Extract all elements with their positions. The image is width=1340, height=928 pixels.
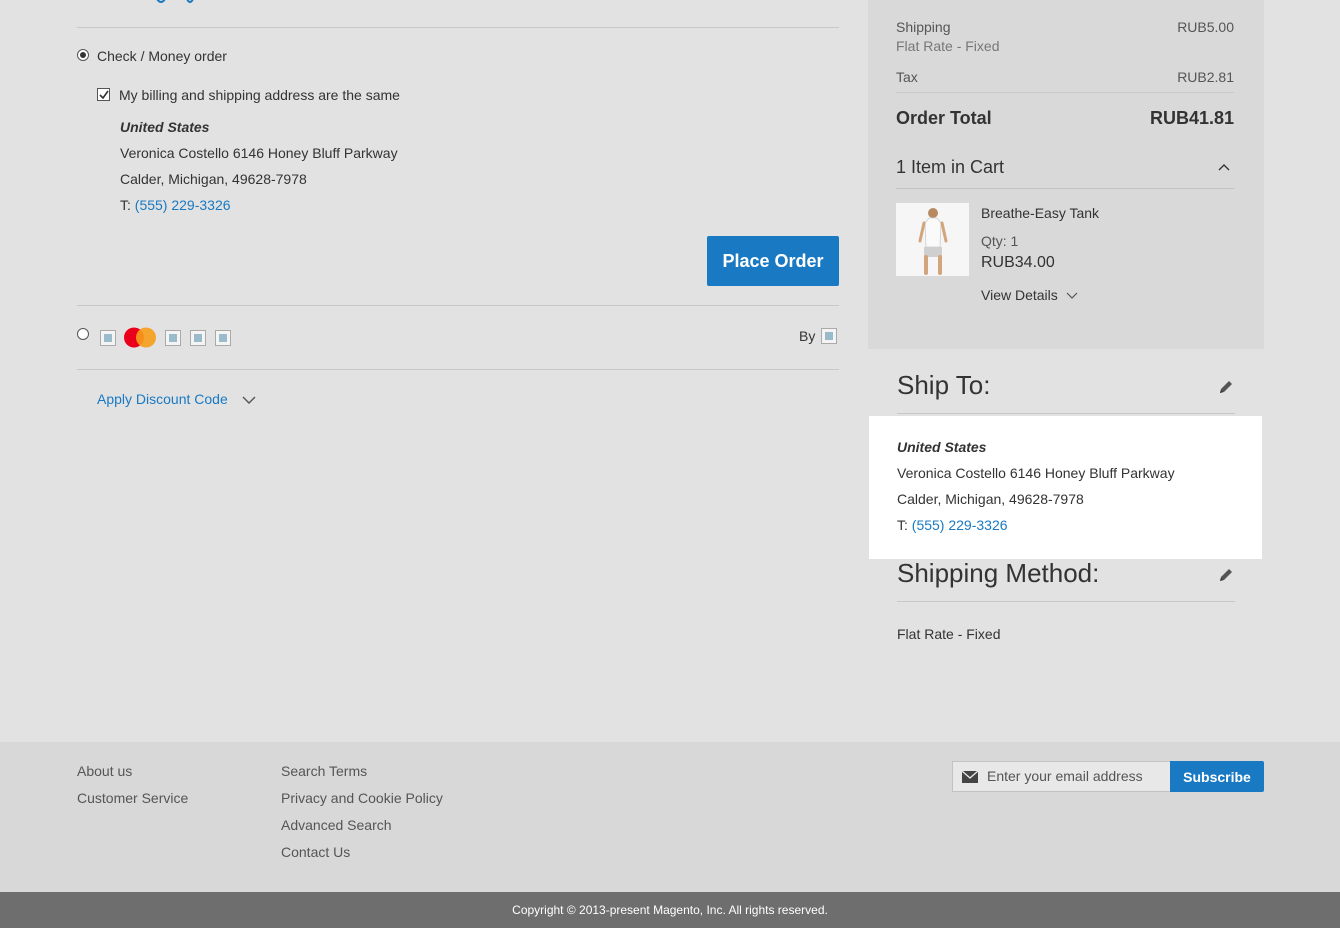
view-details-toggle[interactable]: View Details <box>981 286 1078 304</box>
shipping-method-title: Shipping Method: <box>897 558 1100 588</box>
summary-partial-row <box>896 0 1234 2</box>
card-brand-icon-3 <box>165 330 181 346</box>
card-payment-radio[interactable] <box>77 328 89 340</box>
footer-link-customer-service[interactable]: Customer Service <box>77 790 188 806</box>
provider-logo-icon <box>821 328 837 344</box>
product-thumbnail <box>896 203 969 276</box>
check-money-radio[interactable] <box>77 49 89 61</box>
ship-to-line2: Calder, Michigan, 49628-7978 <box>897 491 1084 507</box>
ship-to-title: Ship To: <box>897 370 991 400</box>
envelope-icon <box>962 771 978 783</box>
card-brand-icon-1 <box>100 330 116 346</box>
edit-shipping-method-button[interactable] <box>1218 567 1234 583</box>
order-total-value: RUB41.81 <box>1149 108 1234 128</box>
pencil-icon <box>1220 569 1232 581</box>
divider-top <box>77 27 839 28</box>
summary-divider <box>896 92 1234 93</box>
ship-to-country: United States <box>897 439 987 455</box>
same-address-label[interactable]: My billing and shipping address are the … <box>119 86 400 104</box>
order-total-label: Order Total <box>896 108 992 128</box>
product-qty: Qty: 1 <box>981 233 1019 249</box>
mastercard-icon <box>123 327 157 348</box>
by-label: By <box>799 328 816 344</box>
ship-to-phone-link[interactable]: (555) 229-3326 <box>912 517 1008 533</box>
place-order-button[interactable]: Place Order <box>707 236 839 286</box>
ship-to-address: United States Veronica Costello 6146 Hon… <box>869 416 1262 559</box>
same-address-checkbox[interactable] <box>97 88 110 101</box>
card-brand-icon-4 <box>190 330 206 346</box>
apply-discount-label: Apply Discount Code <box>97 391 228 407</box>
ship-to-phone-prefix: T: <box>897 517 912 533</box>
shipping-method-label: Flat Rate - Fixed <box>896 38 1000 54</box>
subscribe-button[interactable]: Subscribe <box>1170 761 1264 792</box>
top-partial-mark <box>155 0 195 3</box>
shipping-value: RUB5.00 <box>1177 19 1234 35</box>
billing-line1: Veronica Costello 6146 Honey Bluff Parkw… <box>120 145 398 161</box>
copyright-text: Copyright © 2013-present Magento, Inc. A… <box>512 903 828 917</box>
chevron-up-icon <box>1218 164 1230 171</box>
billing-line2: Calder, Michigan, 49628-7978 <box>120 171 307 187</box>
footer-link-contact-us[interactable]: Contact Us <box>281 844 350 860</box>
checkmark-icon <box>99 90 109 100</box>
shipping-method-divider <box>897 601 1235 602</box>
tax-label: Tax <box>896 69 918 85</box>
pencil-icon <box>1220 381 1232 393</box>
divider-mid <box>77 305 839 306</box>
billing-phone-row: T: (555) 229-3326 <box>120 196 231 214</box>
apply-discount-toggle[interactable]: Apply Discount Code <box>97 390 256 408</box>
order-summary: Shipping Flat Rate - Fixed RUB5.00 Tax R… <box>868 0 1264 349</box>
ship-to-phone-row: T: (555) 229-3326 <box>897 516 1008 534</box>
chevron-down-icon <box>1066 292 1078 300</box>
billing-country: United States <box>120 119 210 135</box>
billing-phone-link[interactable]: (555) 229-3326 <box>135 197 231 213</box>
footer-link-search-terms[interactable]: Search Terms <box>281 763 367 779</box>
shipping-method-value: Flat Rate - Fixed <box>897 626 1001 642</box>
billing-phone-prefix: T: <box>120 197 135 213</box>
tax-value: RUB2.81 <box>1177 69 1234 85</box>
product-price: RUB34.00 <box>981 254 1055 271</box>
items-in-cart-label: 1 Item in Cart <box>896 157 1005 177</box>
chevron-down-icon <box>242 396 256 405</box>
edit-ship-to-button[interactable] <box>1218 379 1234 395</box>
card-brand-icon-5 <box>215 330 231 346</box>
product-name: Breathe-Easy Tank <box>981 205 1100 221</box>
view-details-label: View Details <box>981 287 1058 303</box>
ship-to-divider <box>897 413 1235 414</box>
items-in-cart-toggle[interactable]: 1 Item in Cart <box>896 157 1234 189</box>
footer-link-about-us[interactable]: About us <box>77 763 132 779</box>
copyright-bar: Copyright © 2013-present Magento, Inc. A… <box>0 892 1340 928</box>
newsletter-email-input[interactable] <box>987 768 1167 784</box>
divider-bottom <box>77 369 839 370</box>
ship-to-line1: Veronica Costello 6146 Honey Bluff Parkw… <box>897 465 1175 481</box>
check-money-label[interactable]: Check / Money order <box>97 47 227 65</box>
shipping-label: Shipping <box>896 19 951 35</box>
newsletter-email-field[interactable] <box>952 761 1171 792</box>
footer-link-advanced-search[interactable]: Advanced Search <box>281 817 392 833</box>
footer-link-privacy-policy[interactable]: Privacy and Cookie Policy <box>281 790 443 806</box>
